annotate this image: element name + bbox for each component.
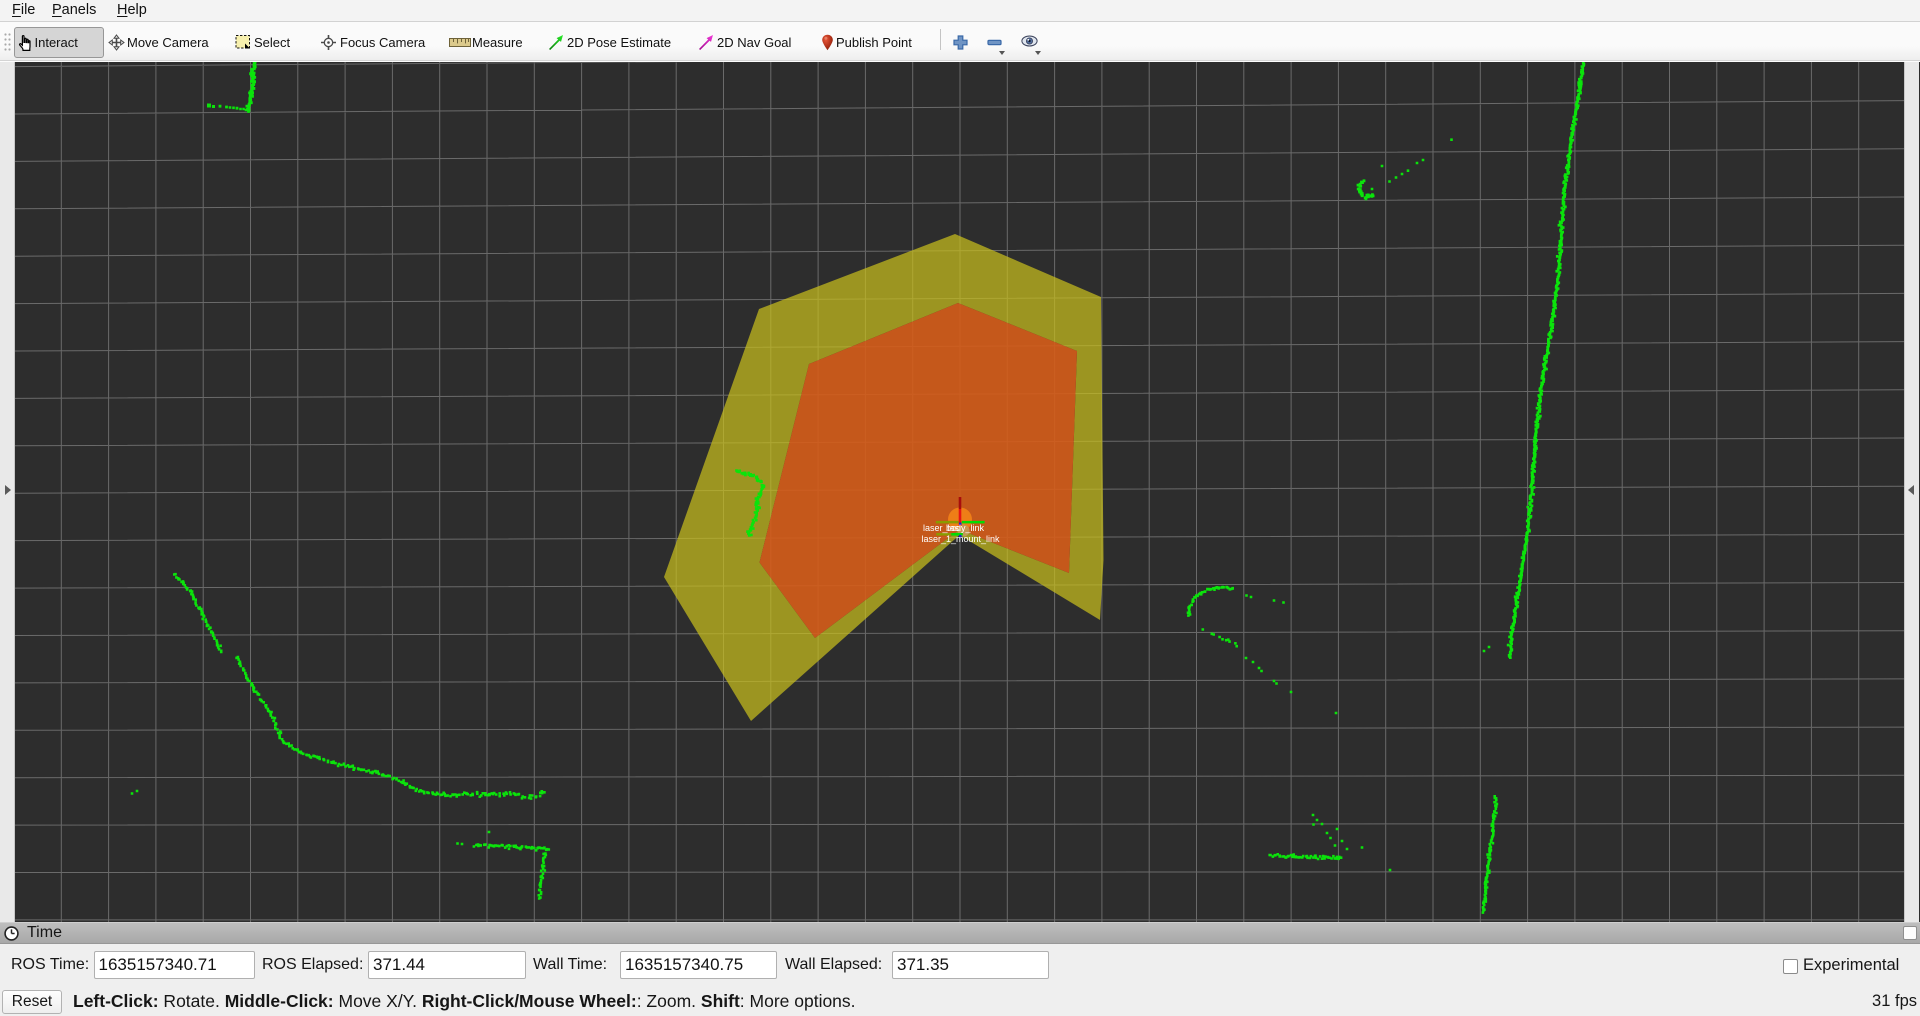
- svg-text:laser_1_mount_link: laser_1_mount_link: [922, 534, 1001, 544]
- svg-text:body_link: body_link: [946, 523, 985, 533]
